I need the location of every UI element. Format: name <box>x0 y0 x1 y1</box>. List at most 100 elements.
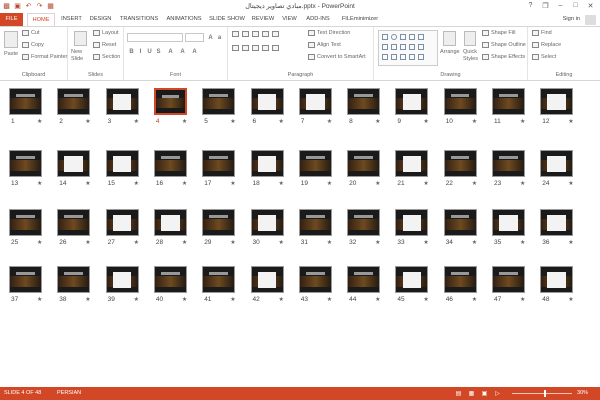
transition-star-icon[interactable]: ★ <box>37 239 42 246</box>
transition-star-icon[interactable]: ★ <box>472 296 477 303</box>
avatar[interactable] <box>585 15 596 25</box>
transition-star-icon[interactable]: ★ <box>182 239 187 246</box>
character-spacing-icon[interactable]: A <box>167 48 174 55</box>
align-center-icon[interactable] <box>242 45 249 51</box>
language-indicator[interactable]: PERSIAN <box>57 390 81 396</box>
font-size-dropdown[interactable] <box>185 33 204 42</box>
transition-star-icon[interactable]: ★ <box>568 239 573 246</box>
rectangle-shape-icon[interactable] <box>382 34 388 40</box>
layout-button[interactable]: Layout <box>93 30 119 36</box>
slide-thumbnail[interactable] <box>9 150 42 177</box>
decrease-indent-icon[interactable] <box>252 31 259 37</box>
slide-thumbnail[interactable] <box>298 266 332 293</box>
slide-thumbnail[interactable] <box>153 209 187 236</box>
tab-insert[interactable]: INSERT <box>59 13 84 26</box>
section-button[interactable]: Section <box>93 54 120 60</box>
transition-star-icon[interactable]: ★ <box>37 296 42 303</box>
align-right-icon[interactable] <box>252 45 259 51</box>
slide-thumbnail[interactable] <box>298 88 332 115</box>
shape-effects-button[interactable]: Shape Effects <box>482 54 525 60</box>
transition-star-icon[interactable]: ★ <box>134 118 139 125</box>
triangle-shape-icon[interactable] <box>418 34 424 40</box>
transition-star-icon[interactable]: ★ <box>85 180 90 187</box>
tab-view[interactable]: VIEW <box>280 13 299 26</box>
oval-shape-icon[interactable] <box>391 34 397 40</box>
transition-star-icon[interactable]: ★ <box>134 296 139 303</box>
transition-star-icon[interactable]: ★ <box>230 239 235 246</box>
slide-thumbnail[interactable] <box>443 150 477 177</box>
slide-thumbnail[interactable] <box>540 209 574 236</box>
close-button[interactable]: ✕ <box>583 0 598 11</box>
strikethrough-icon[interactable]: S <box>155 48 162 55</box>
transition-star-icon[interactable]: ★ <box>230 180 235 187</box>
slide-thumbnail[interactable] <box>202 150 236 177</box>
increase-indent-icon[interactable] <box>262 31 269 37</box>
slide-thumbnail[interactable] <box>9 266 42 293</box>
transition-star-icon[interactable]: ★ <box>134 239 139 246</box>
sign-in-link[interactable]: Sign in <box>563 16 580 22</box>
tab-add-ins[interactable]: ADD-INS <box>303 13 333 26</box>
slide-thumbnail[interactable] <box>57 266 91 293</box>
transition-star-icon[interactable]: ★ <box>520 296 525 303</box>
line-spacing-icon[interactable] <box>272 31 279 37</box>
find-button[interactable]: Find <box>532 30 552 36</box>
transition-star-icon[interactable]: ★ <box>472 118 477 125</box>
ribbon-display-options-button[interactable]: ❐ <box>538 0 553 11</box>
transition-star-icon[interactable]: ★ <box>568 180 573 187</box>
transition-star-icon[interactable]: ★ <box>134 180 139 187</box>
transition-star-icon[interactable]: ★ <box>279 296 284 303</box>
callout-shape-icon[interactable] <box>382 54 388 60</box>
slide-thumbnail[interactable] <box>540 88 574 115</box>
reset-button[interactable]: Reset <box>93 42 116 48</box>
transition-star-icon[interactable]: ★ <box>327 118 332 125</box>
transition-star-icon[interactable]: ★ <box>423 296 428 303</box>
italic-icon[interactable]: I <box>137 48 144 55</box>
transition-star-icon[interactable]: ★ <box>327 180 332 187</box>
align-left-icon[interactable] <box>232 45 239 51</box>
align-text-button[interactable]: Align Text <box>308 42 341 48</box>
slide-thumbnail[interactable] <box>57 150 91 177</box>
transition-star-icon[interactable]: ★ <box>279 239 284 246</box>
slide-thumbnail[interactable] <box>105 209 139 236</box>
copy-button[interactable]: Copy <box>22 42 44 48</box>
new-slide-button[interactable]: New Slide <box>71 49 91 63</box>
transition-star-icon[interactable]: ★ <box>37 180 42 187</box>
bold-icon[interactable]: B <box>128 48 135 55</box>
slide-thumbnail[interactable] <box>250 88 284 115</box>
slide-thumbnail[interactable] <box>105 150 139 177</box>
help-button[interactable]: ? <box>523 0 538 11</box>
slide-thumbnail[interactable] <box>153 150 187 177</box>
transition-star-icon[interactable]: ★ <box>568 296 573 303</box>
slide-thumbnail[interactable] <box>443 266 477 293</box>
slide-thumbnail[interactable] <box>347 88 381 115</box>
tab-home[interactable]: HOME <box>27 13 55 26</box>
transition-star-icon[interactable]: ★ <box>423 118 428 125</box>
slide-thumbnail[interactable] <box>492 150 525 177</box>
connector-shape-icon[interactable] <box>391 44 397 50</box>
normal-view-icon[interactable]: ▤ <box>455 389 462 397</box>
tab-design[interactable]: DESIGN <box>87 13 114 26</box>
slide-thumbnail[interactable] <box>347 150 381 177</box>
slide-thumbnail[interactable] <box>395 209 429 236</box>
transition-star-icon[interactable]: ★ <box>375 296 380 303</box>
slide-thumbnail[interactable] <box>540 150 574 177</box>
tab-file[interactable]: FILE <box>0 13 23 26</box>
justify-icon[interactable] <box>262 45 269 51</box>
tab-animations[interactable]: ANIMATIONS <box>164 13 204 26</box>
banner-shape-icon[interactable] <box>409 54 415 60</box>
tab-review[interactable]: REVIEW <box>250 13 276 26</box>
rounded-rect-shape-icon[interactable] <box>382 44 388 50</box>
flowchart-shape-icon[interactable] <box>391 54 397 60</box>
transition-star-icon[interactable]: ★ <box>279 180 284 187</box>
brace-shape-icon[interactable] <box>418 44 424 50</box>
transition-star-icon[interactable]: ★ <box>230 118 235 125</box>
transition-star-icon[interactable]: ★ <box>85 296 90 303</box>
slide-thumbnail[interactable] <box>250 150 284 177</box>
transition-star-icon[interactable]: ★ <box>85 118 90 125</box>
shrink-font-icon[interactable]: a <box>216 34 223 41</box>
star-shape-icon[interactable] <box>409 44 415 50</box>
transition-star-icon[interactable]: ★ <box>472 180 477 187</box>
transition-star-icon[interactable]: ★ <box>182 296 187 303</box>
transition-star-icon[interactable]: ★ <box>375 239 380 246</box>
slide-thumbnail[interactable] <box>443 88 477 115</box>
